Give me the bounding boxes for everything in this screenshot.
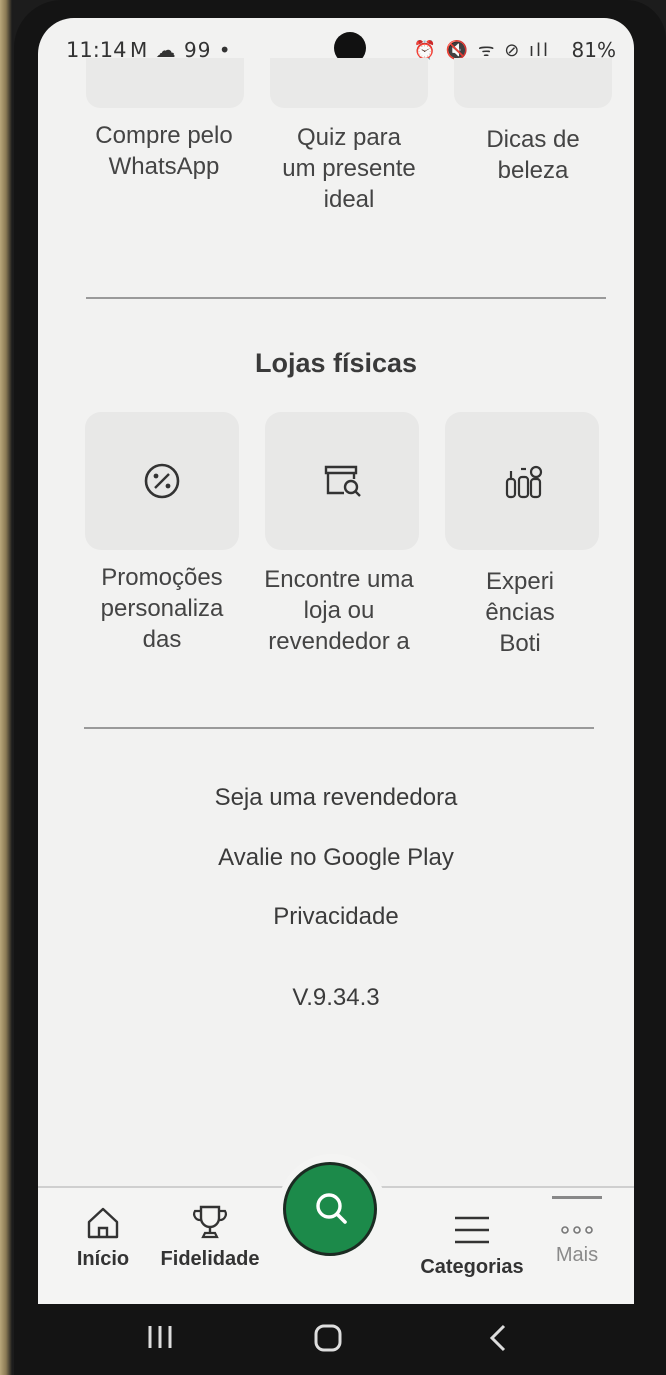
whatsapp-label[interactable]: Compre pelo WhatsApp: [84, 120, 244, 182]
personalized-promotions-card[interactable]: [85, 412, 239, 550]
find-store-card[interactable]: [265, 412, 419, 550]
become-reseller-link[interactable]: Seja uma revendedora: [38, 784, 634, 812]
app-version: V.9.34.3: [292, 984, 380, 1011]
nav-home-label: Início: [76, 1248, 130, 1270]
rate-google-play-link[interactable]: Avalie no Google Play: [38, 844, 634, 872]
personalized-promotions-label[interactable]: Promoções personaliza das: [82, 562, 242, 655]
system-navigation-bar: [38, 1304, 634, 1375]
home-icon: [87, 1207, 119, 1239]
section-divider: [86, 297, 606, 299]
beauty-tips-label[interactable]: Dicas de beleza: [458, 124, 608, 186]
section-divider: [84, 727, 594, 729]
nav-categories[interactable]: Categorias: [410, 1212, 534, 1279]
boti-experiences-card[interactable]: [445, 412, 599, 550]
store-search-icon: [324, 465, 361, 497]
whatsapp-tile[interactable]: [86, 58, 244, 108]
trophy-icon: [193, 1205, 227, 1239]
find-store-label[interactable]: Encontre uma loja ou revendedor a: [264, 564, 414, 657]
more-dots-icon: [561, 1226, 593, 1234]
privacy-link[interactable]: Privacidade: [38, 903, 634, 931]
nav-loyalty-label: Fidelidade: [160, 1248, 260, 1270]
quiz-tile[interactable]: [270, 58, 428, 108]
nav-categories-label: Categorias: [420, 1256, 524, 1278]
search-icon: [316, 1193, 347, 1224]
back-button[interactable]: [486, 1322, 510, 1358]
nav-more-label: Mais: [555, 1244, 599, 1266]
nav-more[interactable]: Mais: [546, 1222, 608, 1267]
nav-home[interactable]: Início: [68, 1204, 138, 1271]
selected-indicator: [552, 1196, 602, 1199]
nav-loyalty[interactable]: Fidelidade: [150, 1202, 270, 1271]
quiz-label[interactable]: Quiz para um presente ideal: [278, 122, 420, 215]
home-button[interactable]: [312, 1322, 344, 1358]
recent-apps-icon: [148, 1326, 172, 1348]
recent-apps-button[interactable]: [146, 1322, 174, 1356]
boti-experiences-label[interactable]: Experi ências Boti: [470, 566, 570, 659]
cosmetics-bottles-icon: [505, 465, 543, 499]
percent-badge-icon: [144, 463, 180, 499]
list-icon: [455, 1216, 489, 1244]
beauty-tips-tile[interactable]: [454, 58, 612, 108]
back-chevron-icon: [489, 1324, 506, 1352]
physical-stores-title: Lojas físicas: [254, 348, 418, 378]
home-rounded-square-icon: [314, 1324, 342, 1352]
app-screen: 11:14 M ☁ 99 • ⏰ 🔇 ᯤ ⊘ ıll 81% Compre pe…: [38, 18, 634, 1304]
search-button[interactable]: [283, 1162, 377, 1256]
